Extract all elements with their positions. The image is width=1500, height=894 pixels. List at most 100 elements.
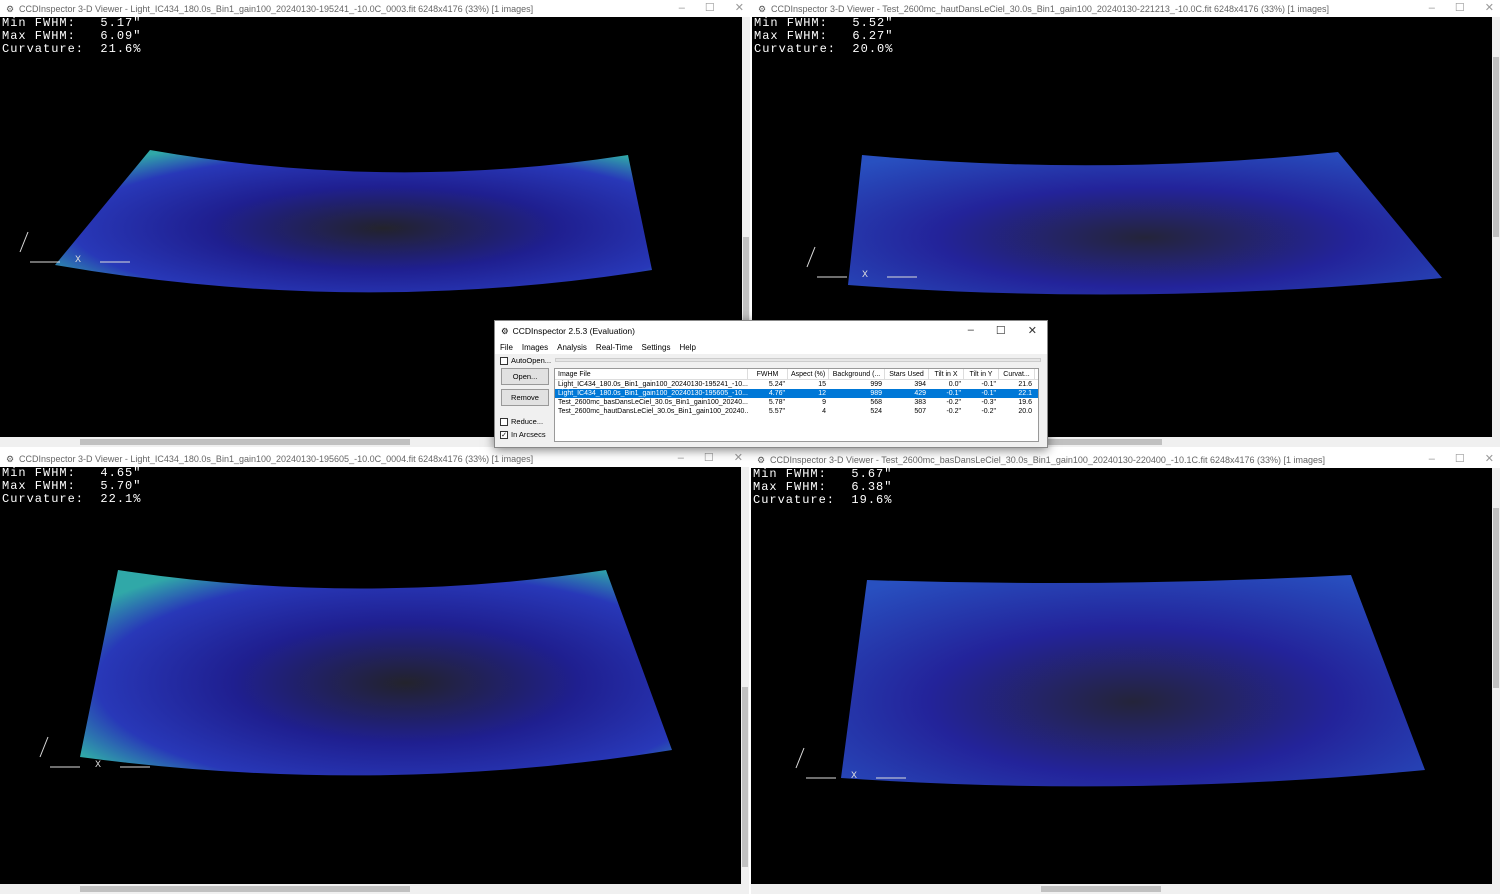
- close-button[interactable]: ✕: [734, 450, 743, 467]
- app-icon: ⚙: [501, 325, 509, 336]
- menu-settings[interactable]: Settings: [642, 343, 671, 352]
- fwhm-surface: [848, 152, 1442, 295]
- close-button[interactable]: ✕: [1485, 0, 1494, 17]
- viewer-title-bar: ⚙ CCDInspector 3-D Viewer - Light_IC434_…: [0, 0, 750, 17]
- fwhm-surface-plot: [39, 570, 672, 776]
- fwhm-surface-plot: [795, 575, 1425, 787]
- column-aspect[interactable]: Aspect (%): [788, 369, 829, 379]
- cell-aspect: 12: [818, 390, 826, 397]
- column-fwhm[interactable]: FWHM: [748, 369, 788, 379]
- table-row[interactable]: Light_IC434_180.0s_Bin1_gain100_20240130…: [555, 389, 1038, 398]
- column-image-file[interactable]: Image File: [555, 369, 748, 379]
- cell-aspect: 15: [818, 381, 826, 388]
- maximize-button[interactable]: ☐: [1455, 0, 1465, 17]
- dialog-title-bar: ⚙ CCDInspector 2.5.3 (Evaluation) – ☐ ✕: [495, 321, 1047, 341]
- reduce-checkbox[interactable]: Reduce...: [500, 417, 543, 426]
- remove-button[interactable]: Remove: [501, 389, 549, 406]
- viewer-window-3: ⚙ CCDInspector 3-D Viewer - Light_IC434_…: [0, 450, 749, 894]
- cell-tilt-y: -0.3": [981, 399, 996, 406]
- maximize-button[interactable]: ☐: [704, 450, 714, 467]
- cell-aspect: 4: [822, 408, 826, 415]
- horizontal-scrollbar[interactable]: [0, 884, 749, 894]
- fwhm-surface: [80, 570, 672, 776]
- vertical-scrollbar[interactable]: [1492, 468, 1500, 884]
- cell-tilt-x: -0.2": [946, 408, 961, 415]
- max-fwhm-label: Max FWHM:: [754, 29, 828, 43]
- x-axis-label: X: [75, 255, 82, 266]
- horizontal-scrollbar[interactable]: [751, 884, 1500, 894]
- cell-background: 999: [870, 381, 882, 388]
- menu-file[interactable]: File: [500, 343, 513, 352]
- max-fwhm-value: 6.27": [852, 29, 894, 43]
- vertical-scrollbar[interactable]: [741, 467, 749, 884]
- minimize-button[interactable]: –: [679, 0, 685, 17]
- fwhm-stats: Min FWHM: 5.67" Max FWHM: 6.38" Curvatur…: [753, 468, 892, 507]
- progress-bar: [555, 358, 1041, 362]
- viewer-title: CCDInspector 3-D Viewer - Test_2600mc_ba…: [770, 454, 1326, 465]
- column-tilt-y[interactable]: Tilt in Y: [964, 369, 999, 379]
- table-header: Image File FWHM Aspect (%) Background (.…: [555, 369, 1038, 380]
- cell-curvature: 21.6: [1018, 381, 1032, 388]
- minimize-button[interactable]: –: [1429, 451, 1435, 468]
- x-axis-label: X: [851, 771, 858, 782]
- viewer-title-bar: ⚙ CCDInspector 3-D Viewer - Test_2600mc_…: [752, 0, 1500, 17]
- curvature-value: 22.1%: [100, 492, 142, 506]
- cell-stars-used: 383: [914, 399, 926, 406]
- image-list-table: Image File FWHM Aspect (%) Background (.…: [554, 368, 1039, 442]
- column-background[interactable]: Background (...: [829, 369, 885, 379]
- reduce-label: Reduce...: [511, 417, 544, 426]
- menu-images[interactable]: Images: [522, 343, 548, 352]
- menu-real-time[interactable]: Real-Time: [596, 343, 633, 352]
- close-button[interactable]: ✕: [1485, 451, 1494, 468]
- menu-analysis[interactable]: Analysis: [557, 343, 587, 352]
- column-tilt-x[interactable]: Tilt in X: [929, 369, 964, 379]
- checkbox-box[interactable]: [500, 356, 508, 365]
- column-stars-used[interactable]: Stars Used: [885, 369, 929, 379]
- menu-help[interactable]: Help: [679, 343, 695, 352]
- minimize-button[interactable]: –: [968, 324, 974, 337]
- cell-tilt-x: -0.1": [946, 390, 961, 397]
- open-button[interactable]: Open...: [501, 368, 549, 385]
- column-curvature[interactable]: Curvat...: [999, 369, 1035, 379]
- table-row[interactable]: Test_2600mc_basDansLeCiel_30.0s_Bin1_gai…: [555, 398, 1038, 407]
- x-axis-label: X: [95, 760, 102, 771]
- min-fwhm-value: 5.67": [851, 467, 893, 481]
- maximize-button[interactable]: ☐: [705, 0, 715, 17]
- cell-tilt-y: -0.1": [981, 390, 996, 397]
- 3d-surface-canvas[interactable]: X Min FWHM: 4.65" Max FWHM: 5.70" Curvat…: [0, 467, 741, 884]
- fwhm-stats: Min FWHM: 5.17" Max FWHM: 6.09" Curvatur…: [2, 17, 141, 56]
- vertical-scrollbar[interactable]: [1492, 17, 1500, 437]
- close-button[interactable]: ✕: [735, 0, 744, 17]
- cell-image-file: Light_IC434_180.0s_Bin1_gain100_20240130…: [558, 390, 748, 397]
- fwhm-surface: [841, 575, 1425, 787]
- cell-fwhm: 4.76": [768, 390, 785, 397]
- fwhm-stats: Min FWHM: 5.52" Max FWHM: 6.27" Curvatur…: [754, 17, 893, 56]
- viewer-title: CCDInspector 3-D Viewer - Light_IC434_18…: [19, 453, 534, 464]
- max-fwhm-label: Max FWHM:: [753, 480, 827, 494]
- cell-curvature: 19.6: [1018, 399, 1032, 406]
- maximize-button[interactable]: ☐: [996, 324, 1006, 337]
- maximize-button[interactable]: ☐: [1455, 451, 1465, 468]
- 3d-surface-canvas[interactable]: X Min FWHM: 5.67" Max FWHM: 6.38" Curvat…: [751, 468, 1492, 884]
- max-fwhm-value: 5.70": [100, 479, 142, 493]
- max-fwhm-value: 6.09": [100, 29, 142, 43]
- cell-image-file: Test_2600mc_basDansLeCiel_30.0s_Bin1_gai…: [558, 399, 748, 406]
- table-row[interactable]: Test_2600mc_hautDansLeCiel_30.0s_Bin1_ga…: [555, 407, 1038, 416]
- min-fwhm-label: Min FWHM:: [2, 16, 76, 30]
- curvature-value: 21.6%: [100, 42, 142, 56]
- in-arcsecs-checkbox[interactable]: ✓ In Arcsecs: [500, 430, 546, 439]
- cell-background: 568: [870, 399, 882, 406]
- max-fwhm-value: 6.38": [851, 480, 893, 494]
- autoopen-checkbox[interactable]: AutoOpen...: [500, 356, 551, 365]
- minimize-button[interactable]: –: [1429, 0, 1435, 17]
- min-fwhm-label: Min FWHM:: [2, 466, 76, 480]
- max-fwhm-label: Max FWHM:: [2, 29, 76, 43]
- min-fwhm-value: 5.17": [100, 16, 142, 30]
- x-axis-label: X: [862, 270, 869, 281]
- checkbox-box[interactable]: [500, 417, 508, 426]
- minimize-button[interactable]: –: [678, 450, 684, 467]
- curvature-label: Curvature:: [753, 493, 836, 507]
- close-button[interactable]: ✕: [1028, 324, 1037, 337]
- checkbox-box-checked[interactable]: ✓: [500, 430, 508, 439]
- table-row[interactable]: Light_IC434_180.0s_Bin1_gain100_20240130…: [555, 380, 1038, 389]
